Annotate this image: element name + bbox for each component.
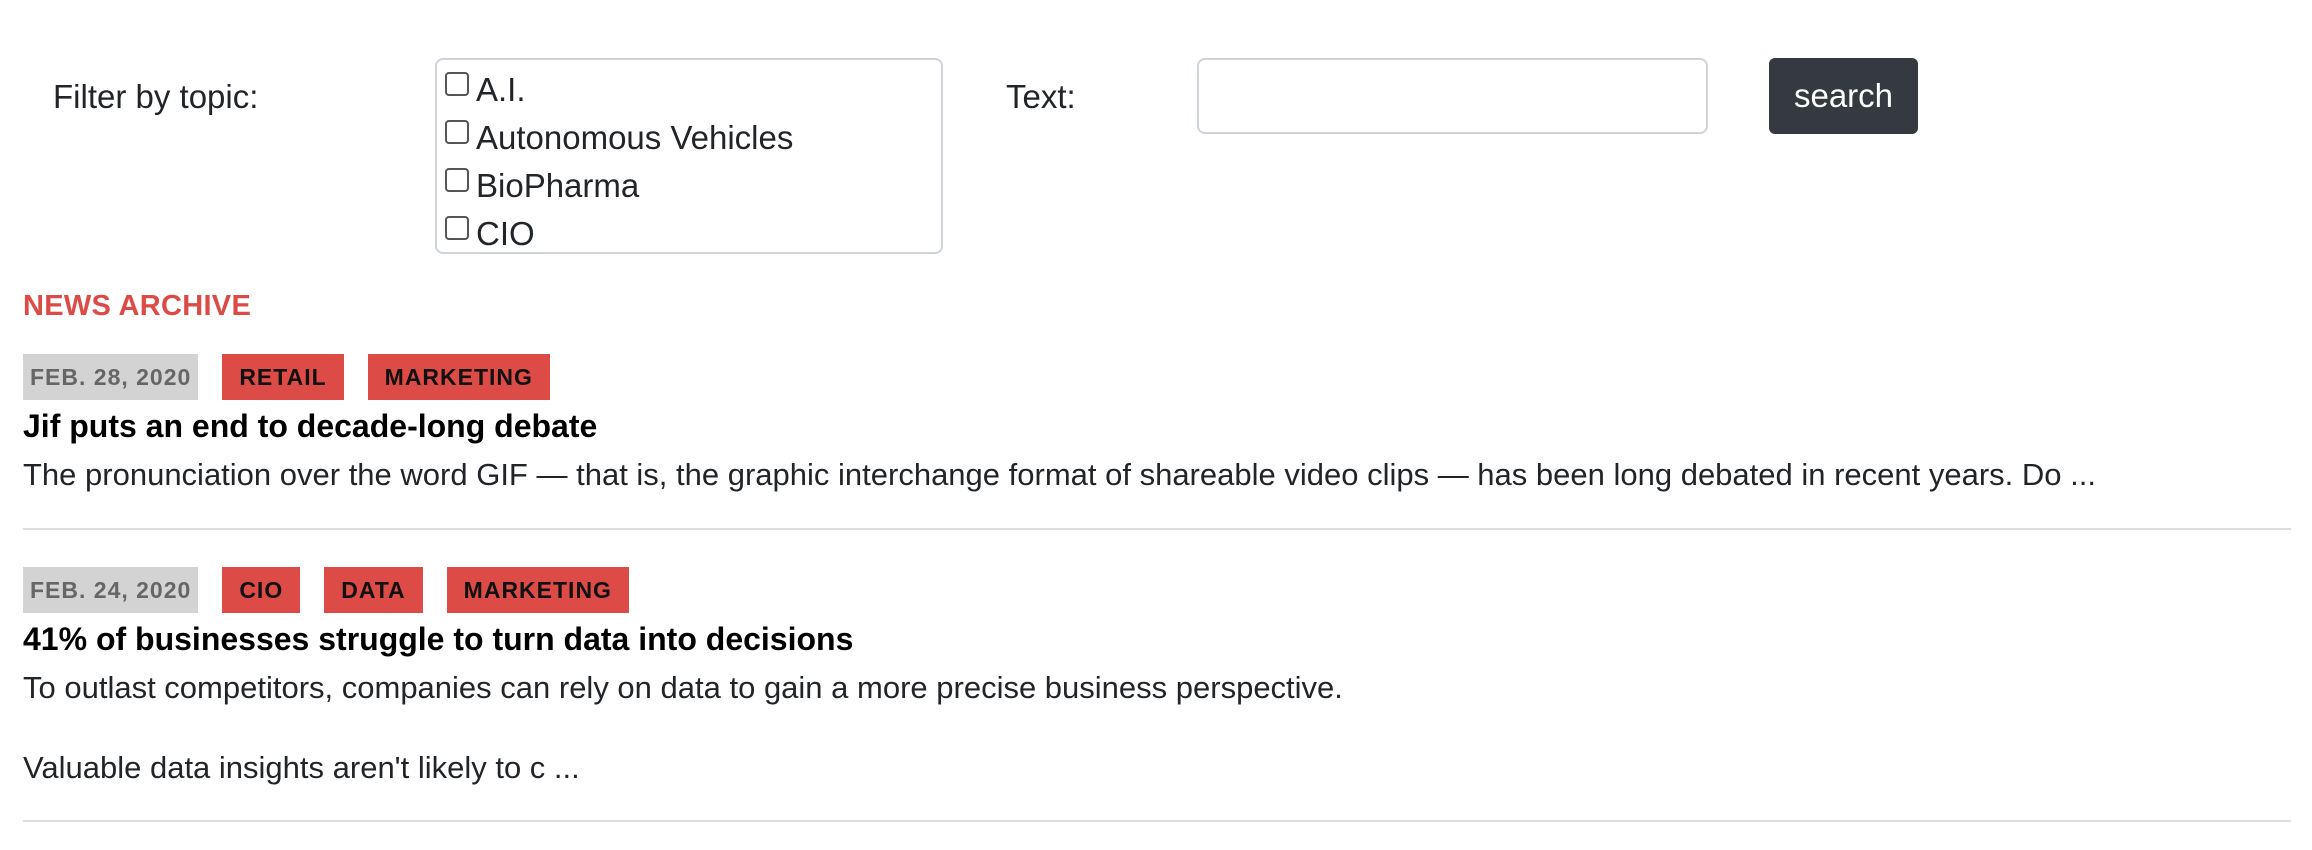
topic-option-biopharma[interactable]: BioPharma [437,162,941,210]
article-divider [23,820,2291,822]
topic-checkbox[interactable] [445,120,469,144]
news-archive-page: Filter by topic: A.I. Autonomous Vehicle… [0,0,2312,850]
article-tag-marketing[interactable]: MARKETING [367,354,550,400]
topic-option-autonomous-vehicles[interactable]: Autonomous Vehicles [437,114,941,162]
article-title-link[interactable]: 41% of businesses struggle to turn data … [23,619,2291,659]
topic-checkbox[interactable] [445,168,469,192]
article-tag-cio[interactable]: CIO [222,567,301,613]
article-tag-data[interactable]: DATA [324,567,423,613]
topic-multiselect[interactable]: A.I. Autonomous Vehicles BioPharma CIO [435,58,943,254]
article-excerpt: The pronunciation over the word GIF — th… [23,457,2096,492]
article-divider [23,528,2291,530]
topic-option-cio[interactable]: CIO [437,210,941,252]
text-filter-label: Text: [1006,78,1076,115]
article-date-badge: FEB. 24, 2020 [23,567,199,613]
topic-option-ai[interactable]: A.I. [437,66,941,114]
article-date-badge: FEB. 28, 2020 [23,354,199,400]
topic-checkbox[interactable] [445,72,469,96]
article-meta-row: FEB. 28, 2020 RETAIL MARKETING [23,354,2291,400]
topic-option-label: BioPharma [476,167,640,204]
news-article: FEB. 24, 2020 CIO DATA MARKETING 41% of … [23,567,2291,788]
filter-by-topic-label: Filter by topic: [53,78,259,115]
text-search-input[interactable] [1197,58,1708,134]
article-tag-marketing[interactable]: MARKETING [446,567,629,613]
article-title-link[interactable]: Jif puts an end to decade-long debate [23,406,2291,446]
article-tag-retail[interactable]: RETAIL [222,354,344,400]
article-excerpt-continued: Valuable data insights aren't likely to … [23,750,580,785]
topic-option-label: CIO [476,215,535,252]
topic-checkbox[interactable] [445,216,469,240]
search-button[interactable]: search [1769,58,1918,134]
article-excerpt: To outlast competitors, companies can re… [23,670,1343,705]
news-archive-heading: NEWS ARCHIVE [23,290,252,322]
article-meta-row: FEB. 24, 2020 CIO DATA MARKETING [23,567,2291,613]
news-article: FEB. 28, 2020 RETAIL MARKETING Jif puts … [23,354,2291,495]
topic-option-label: A.I. [476,71,526,108]
topic-option-label: Autonomous Vehicles [476,119,794,156]
